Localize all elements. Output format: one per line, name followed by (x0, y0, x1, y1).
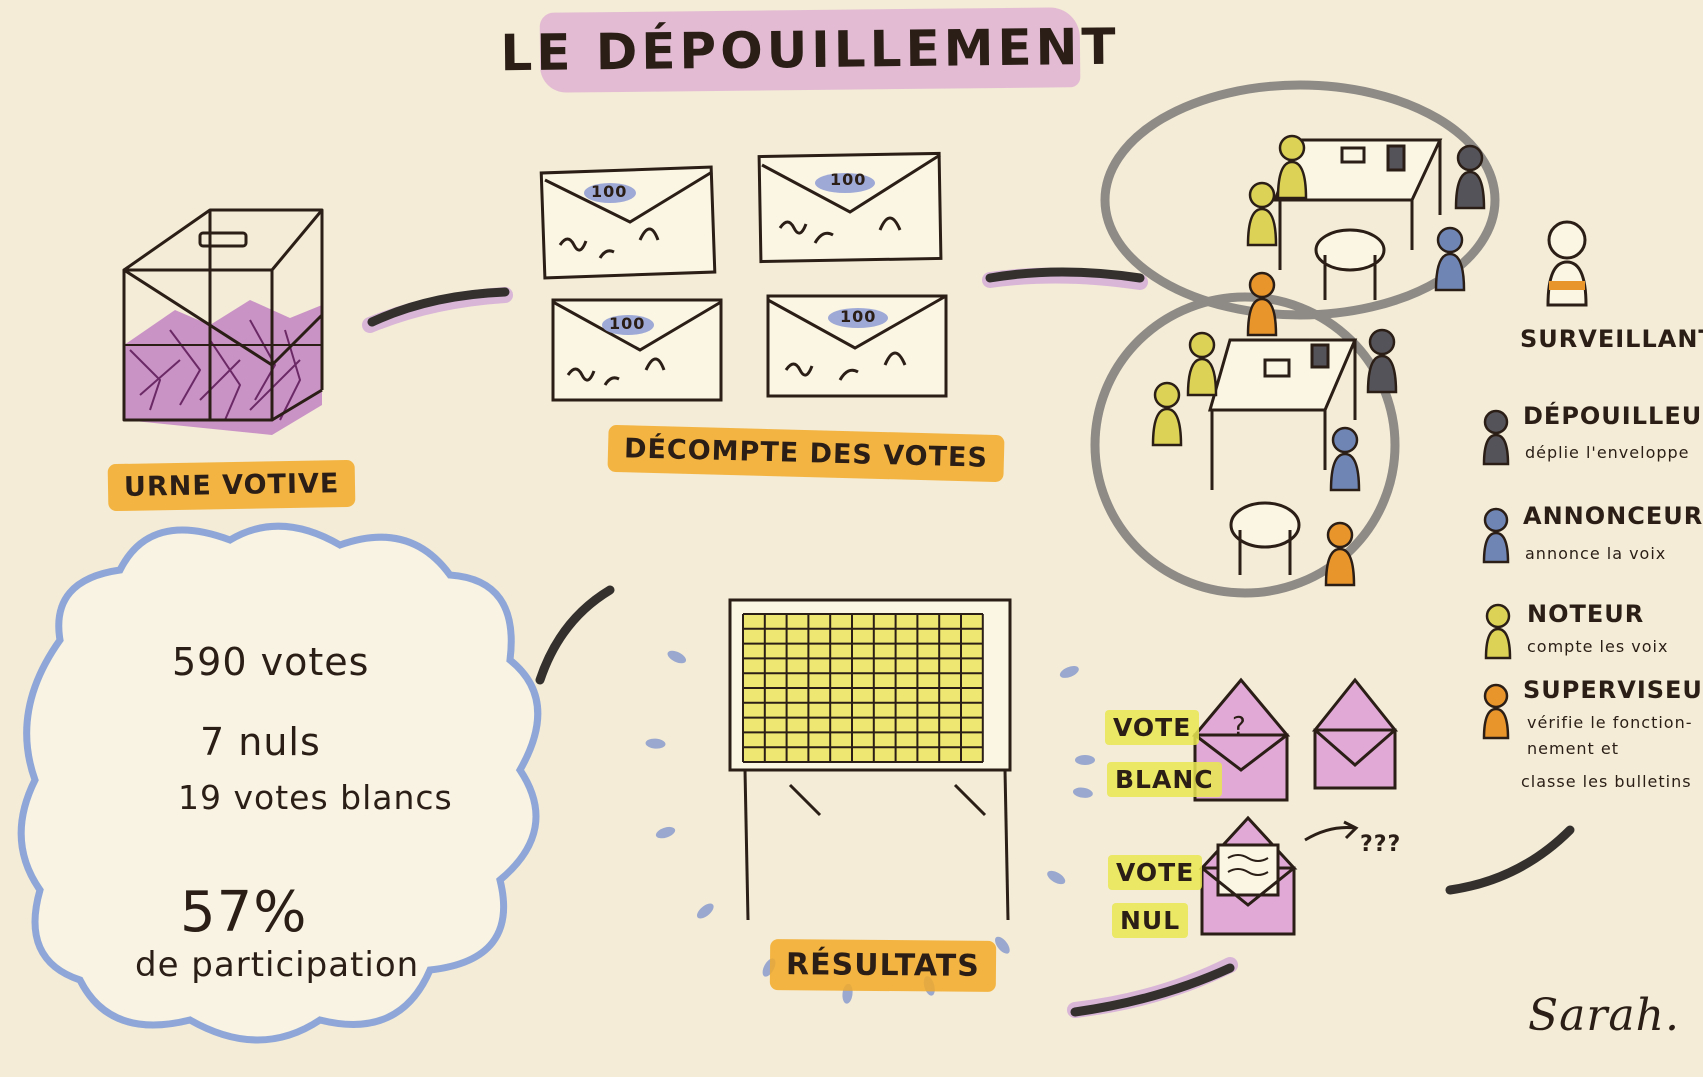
person-icon (1329, 426, 1361, 492)
envelope-value: 100 (830, 170, 867, 189)
signature: Sarah. (1528, 990, 1680, 1041)
vote-blanc-label-line1: VOTE (1105, 710, 1200, 745)
legend-role-desc: compte les voix (1527, 637, 1669, 656)
legend-role-desc: nement et (1527, 739, 1620, 758)
ballot-box-label: URNE VOTIVE (107, 459, 356, 512)
legend-role-desc: classe les bulletins (1521, 772, 1692, 791)
vote-nul-label-line2: NUL (1112, 903, 1189, 938)
person-icon (1324, 521, 1356, 587)
stat-nuls: 7 nuls (200, 720, 321, 764)
legend-role-desc: déplie l'enveloppe (1525, 443, 1690, 462)
vote-nul-question-marks: ??? (1360, 832, 1402, 857)
envelope-icon (539, 165, 717, 280)
legend-person-icon (1482, 409, 1510, 466)
vote-blanc-question-mark: ? (1232, 712, 1247, 742)
legend-role-desc: annonce la voix (1525, 544, 1667, 563)
legend-role-title: NOTEUR (1527, 600, 1645, 628)
connector-line (1445, 825, 1575, 895)
person-icon (1454, 144, 1486, 210)
vote-nul-envelope-icon (1198, 815, 1359, 936)
person-icon (1246, 181, 1278, 247)
stat-blancs: 19 votes blancs (178, 778, 453, 817)
legend-icons (1482, 409, 1512, 740)
results-label: RÉSULTATS (769, 939, 997, 992)
vote-nul-label-line1: VOTE (1108, 855, 1203, 890)
ballot-box-icon (122, 208, 324, 435)
surveillant-icon (1546, 220, 1588, 307)
vote-blanc-open-envelope-icon (1311, 677, 1399, 790)
stat-votes: 590 votes (172, 640, 370, 684)
page-title: LE DÉPOUILLEMENT (500, 7, 1120, 93)
person-icon (1276, 134, 1308, 200)
person-icon (1151, 381, 1183, 447)
results-board-icon (728, 598, 1012, 921)
connector-line (535, 585, 615, 685)
person-icon (1186, 331, 1218, 397)
legend-role-title: ANNONCEUR (1523, 502, 1703, 530)
person-icon (1366, 328, 1398, 394)
connector-line (1067, 957, 1238, 1018)
legend-person-icon (1484, 603, 1512, 660)
legend-role-title: DÉPOUILLEUR (1523, 402, 1703, 430)
vote-blanc-label-line2: BLANC (1107, 762, 1222, 797)
stat-participation-pct: 57% (180, 880, 308, 945)
legend-role-title: SUPERVISEUR (1523, 676, 1703, 704)
envelope-value: 100 (591, 182, 628, 201)
stat-participation-label: de participation (135, 945, 420, 985)
legend-person-icon (1482, 507, 1510, 564)
legend-role-desc: vérifie le fonction- (1527, 713, 1693, 732)
legend-surveillant: SURVEILLANT (1520, 325, 1703, 353)
person-icon (1434, 226, 1466, 292)
envelope-value: 100 (609, 314, 646, 333)
envelope-value: 100 (840, 307, 877, 326)
person-icon (1246, 271, 1278, 337)
legend-person-icon (1482, 683, 1510, 740)
